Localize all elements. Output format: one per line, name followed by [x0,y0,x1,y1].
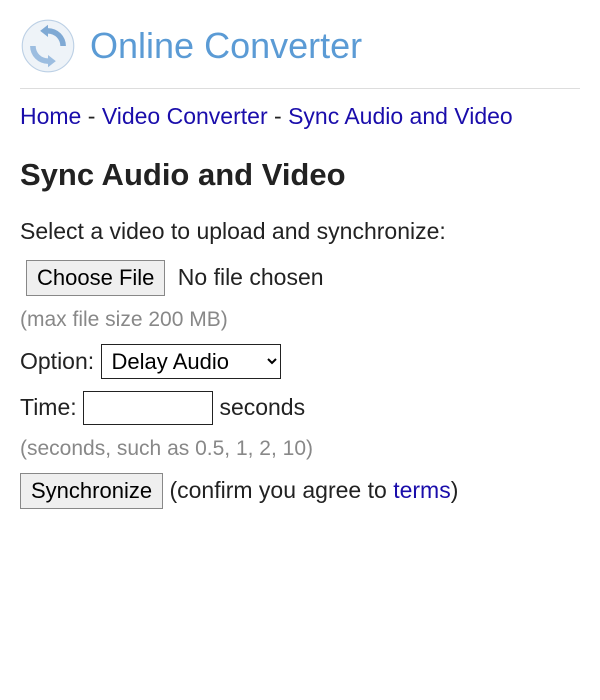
synchronize-button[interactable]: Synchronize [20,473,163,509]
option-select[interactable]: Delay Audio [101,344,281,379]
site-header: Online Converter [20,18,580,89]
site-title: Online Converter [90,25,362,67]
file-status-text: No file chosen [178,264,324,290]
time-label: Time: [20,394,77,420]
breadcrumb: Home - Video Converter - Sync Audio and … [20,99,580,135]
option-row: Option: Delay Audio [20,344,580,379]
time-unit: seconds [219,394,305,420]
time-hint: (seconds, such as 0.5, 1, 2, 10) [20,437,580,461]
file-row: Choose File No file chosen [20,260,580,296]
breadcrumb-sep: - [274,103,288,129]
terms-link[interactable]: terms [393,477,451,503]
breadcrumb-video-converter-link[interactable]: Video Converter [102,103,268,129]
confirm-suffix: ) [451,477,459,503]
submit-row: Synchronize (confirm you agree to terms) [20,473,580,509]
breadcrumb-sep: - [88,103,102,129]
file-size-hint: (max file size 200 MB) [20,308,580,332]
choose-file-button[interactable]: Choose File [26,260,165,296]
page-title: Sync Audio and Video [20,157,580,193]
intro-text: Select a video to upload and synchronize… [20,215,580,248]
option-label: Option: [20,348,94,374]
breadcrumb-current-link[interactable]: Sync Audio and Video [288,103,513,129]
refresh-arrows-icon [20,18,76,74]
breadcrumb-home-link[interactable]: Home [20,103,81,129]
confirm-prefix: (confirm you agree to [169,477,393,503]
time-input[interactable] [83,391,213,425]
time-row: Time: seconds [20,391,580,425]
